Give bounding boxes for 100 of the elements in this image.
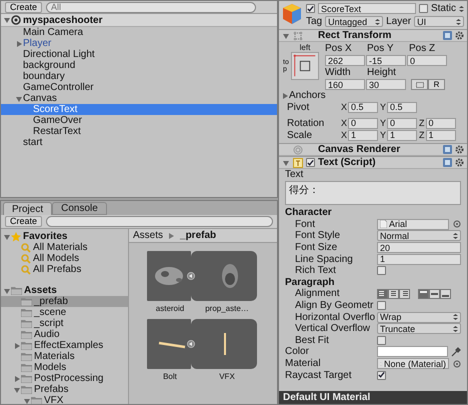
folder-item[interactable]: Materials <box>1 351 128 362</box>
favorite-item[interactable]: All Materials <box>1 242 128 253</box>
expand-arrow-icon[interactable] <box>282 32 290 40</box>
expand-arrow-icon[interactable] <box>3 286 11 294</box>
layer-dropdown[interactable]: UI <box>414 16 464 27</box>
settings-icon[interactable] <box>455 31 464 40</box>
number-field[interactable]: 30 <box>366 79 406 90</box>
assets-header[interactable]: Assets <box>1 285 128 296</box>
folder-item[interactable]: PostProcessing <box>1 373 128 384</box>
dropdown[interactable]: Normal <box>377 230 461 242</box>
color-field[interactable] <box>377 346 448 358</box>
number-field[interactable]: 0 <box>407 55 447 66</box>
checkbox[interactable] <box>377 370 386 380</box>
hierarchy-item[interactable]: ScoreText <box>1 104 277 115</box>
folder-item[interactable]: Models <box>1 362 128 373</box>
object-picker-icon[interactable] <box>453 220 461 228</box>
hierarchy-item[interactable]: start <box>1 137 277 148</box>
expand-arrow-icon[interactable] <box>3 16 11 24</box>
preview-bar[interactable]: Default UI Material <box>279 391 467 404</box>
checkbox[interactable] <box>377 336 386 345</box>
breadcrumb-item[interactable]: _prefab <box>180 230 216 241</box>
alignment-button[interactable] <box>388 288 399 299</box>
hierarchy-item[interactable]: RestarText <box>1 126 277 137</box>
search-field[interactable] <box>46 216 273 227</box>
help-icon[interactable] <box>443 31 452 40</box>
panel-tab[interactable]: Console <box>52 202 107 215</box>
folder-item[interactable]: VFX <box>1 395 128 404</box>
breadcrumb-item[interactable]: Assets <box>133 230 164 241</box>
checkbox[interactable] <box>377 266 386 276</box>
number-field[interactable]: 262 <box>325 55 365 66</box>
alignment-button[interactable] <box>377 288 388 299</box>
number-field[interactable]: 160 <box>325 79 365 90</box>
eyedropper-icon[interactable] <box>451 346 461 357</box>
folder-item[interactable]: _prefab <box>1 296 128 307</box>
hierarchy-item[interactable]: boundary <box>1 71 277 82</box>
number-field[interactable]: 20 <box>377 242 461 254</box>
collapse-arrow-icon[interactable] <box>187 340 195 348</box>
dropdown[interactable]: Truncate <box>377 323 461 334</box>
create-button[interactable]: Create <box>5 216 42 227</box>
hierarchy-item[interactable]: GameOver <box>1 115 277 126</box>
search-field[interactable]: All <box>46 2 256 12</box>
expand-arrow-icon[interactable] <box>282 158 290 166</box>
dropdown[interactable]: Wrap <box>377 312 461 323</box>
favorite-item[interactable]: All Models <box>1 253 128 264</box>
alignment-button[interactable] <box>440 288 451 299</box>
raw-edit-button[interactable]: R <box>428 79 445 90</box>
number-field[interactable]: 0 <box>387 118 418 128</box>
hierarchy-item[interactable]: Player <box>1 38 277 49</box>
name-field[interactable]: ScoreText <box>318 3 416 14</box>
number-field[interactable]: 0.5 <box>387 102 418 112</box>
static-checkbox[interactable] <box>418 4 428 13</box>
alignment-button[interactable] <box>399 288 410 299</box>
folder-item[interactable]: _script <box>1 318 128 329</box>
number-field[interactable]: 1 <box>348 130 378 140</box>
asset-name[interactable]: Bolt <box>147 372 193 381</box>
folder-item[interactable]: EffectExamples <box>1 340 128 351</box>
blueprint-mode-button[interactable] <box>411 79 428 90</box>
anchor-preset-button[interactable] <box>291 52 319 80</box>
asset-name[interactable]: VFX <box>193 372 261 381</box>
number-field[interactable]: 1 <box>377 254 461 265</box>
component-header[interactable]: Canvas Renderer <box>279 143 467 156</box>
component-header[interactable]: Text (Script) <box>279 156 467 169</box>
object-field[interactable]: Arial <box>377 218 449 230</box>
panel-tab[interactable]: Project <box>3 202 52 215</box>
expand-arrow-icon[interactable] <box>13 342 21 350</box>
hierarchy-item[interactable]: background <box>1 60 277 71</box>
collapse-arrow-icon[interactable] <box>187 272 195 280</box>
enabled-checkbox[interactable] <box>306 158 315 167</box>
text-area[interactable]: 得分： <box>285 181 461 205</box>
folder-item[interactable]: Audio <box>1 329 128 340</box>
object-picker-icon[interactable] <box>453 360 461 368</box>
number-field[interactable]: 1 <box>426 130 456 140</box>
expand-arrow-icon[interactable] <box>15 94 23 102</box>
hierarchy-item[interactable]: Main Camera <box>1 27 277 38</box>
alignment-button[interactable] <box>418 288 429 299</box>
number-field[interactable]: 0.5 <box>348 102 378 112</box>
number-field[interactable]: -15 <box>366 55 406 66</box>
hierarchy-item[interactable]: Canvas <box>1 93 277 104</box>
scene-header[interactable]: myspaceshooter <box>1 14 277 27</box>
checkbox[interactable] <box>377 301 386 310</box>
expand-arrow-icon[interactable] <box>3 232 11 240</box>
folder-item[interactable]: _scene <box>1 307 128 318</box>
favorite-item[interactable]: All Prefabs <box>1 264 128 275</box>
alignment-button[interactable] <box>429 288 440 299</box>
object-field[interactable]: None (Material) <box>377 358 449 370</box>
expand-arrow-icon[interactable] <box>15 40 23 48</box>
tag-dropdown[interactable]: Untagged <box>325 16 384 27</box>
hierarchy-item[interactable]: Directional Light <box>1 49 277 60</box>
asset-name[interactable]: asteroid <box>147 304 193 313</box>
create-button[interactable]: Create <box>5 2 42 12</box>
anchors-foldout[interactable]: Anchors <box>281 90 461 101</box>
number-field[interactable]: 0 <box>426 118 456 128</box>
expand-arrow-icon[interactable] <box>281 92 289 100</box>
asset-name[interactable]: prop_aste… <box>193 304 261 313</box>
number-field[interactable]: 0 <box>348 118 378 128</box>
hierarchy-item[interactable]: GameController <box>1 82 277 93</box>
folder-item[interactable]: Prefabs <box>1 384 128 395</box>
number-field[interactable]: 1 <box>387 130 418 140</box>
component-header[interactable]: Rect Transform <box>279 29 467 42</box>
active-checkbox[interactable] <box>306 4 315 13</box>
